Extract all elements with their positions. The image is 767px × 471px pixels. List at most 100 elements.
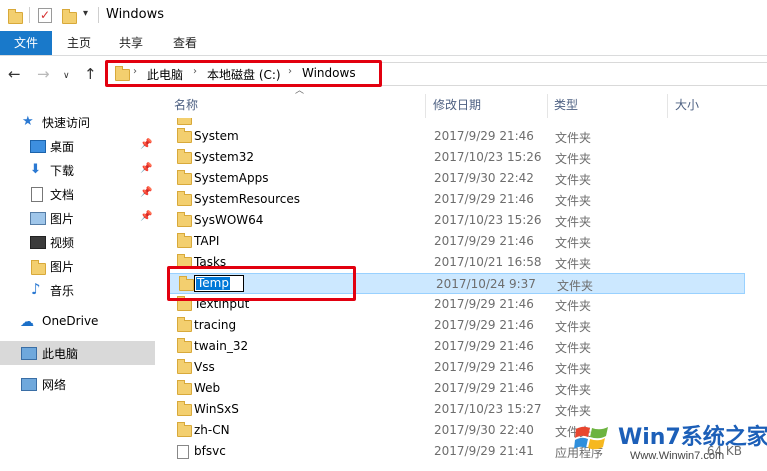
table-row[interactable]: SystemApps 2017/9/30 22:42 文件夹 — [167, 168, 747, 189]
up-arrow-icon[interactable]: ↑ — [84, 66, 97, 82]
table-row[interactable]: Web 2017/9/29 21:46 文件夹 — [167, 378, 747, 399]
folder-icon — [177, 401, 192, 416]
tab-home[interactable]: 主页 — [58, 31, 100, 55]
table-row[interactable]: System 2017/9/29 21:46 文件夹 — [167, 126, 747, 147]
folder-icon — [177, 317, 192, 332]
file-date: 2017/9/29 21:46 — [434, 129, 534, 143]
forward-arrow-icon[interactable]: → — [37, 66, 50, 82]
address-highlight-frame — [105, 60, 382, 87]
column-header-type[interactable]: 类型 — [554, 92, 578, 118]
file-type: 文件夹 — [555, 320, 592, 334]
nav-onedrive[interactable]: ☁ OneDrive — [0, 310, 155, 334]
video-icon — [30, 236, 46, 249]
file-name: WinSxS — [194, 402, 239, 416]
sort-ascending-icon: ︿ — [295, 86, 305, 96]
network-icon — [21, 378, 37, 391]
pin-icon[interactable]: 📌 — [140, 139, 152, 150]
ribbon-tabs: 文件 主页 共享 查看 — [0, 31, 767, 56]
nav-item-videos[interactable]: 视频 — [0, 230, 155, 254]
file-date: 2017/9/29 21:46 — [434, 318, 534, 332]
nav-quick-access[interactable]: ★ 快速访问 — [0, 110, 155, 134]
file-type: 文件夹 — [555, 131, 592, 145]
new-folder-icon[interactable] — [62, 9, 77, 24]
file-date: 2017/10/23 15:27 — [434, 402, 542, 416]
file-name: SystemApps — [194, 171, 269, 185]
nav-label: 桌面 — [50, 140, 75, 154]
file-date: 2017/9/29 21:46 — [434, 192, 534, 206]
table-row[interactable]: System32 2017/10/23 15:26 文件夹 — [167, 147, 747, 168]
nav-network[interactable]: 网络 — [0, 372, 155, 396]
folder-icon — [177, 422, 192, 437]
pin-icon[interactable]: 📌 — [140, 163, 152, 174]
file-date: 2017/9/30 22:40 — [434, 423, 534, 437]
nav-item-documents[interactable]: 文档 📌 — [0, 182, 155, 206]
pin-icon[interactable]: 📌 — [140, 211, 152, 222]
nav-label: 快速访问 — [42, 116, 91, 130]
file-date: 2017/9/29 21:46 — [434, 297, 534, 311]
nav-label: 此电脑 — [42, 347, 79, 361]
file-type: 文件夹 — [555, 299, 592, 313]
star-icon: ★ — [22, 114, 34, 129]
file-date: 2017/9/30 22:42 — [434, 171, 534, 185]
folder-icon — [177, 170, 192, 185]
nav-label: 网络 — [42, 378, 67, 392]
title-bar: ✓ ▾ Windows — [0, 0, 767, 32]
column-headers: ︿ 名称 修改日期 类型 大小 — [157, 86, 767, 118]
tab-share[interactable]: 共享 — [110, 31, 152, 55]
column-divider[interactable] — [547, 94, 548, 118]
file-name: twain_32 — [194, 339, 249, 353]
rename-highlight-frame — [167, 266, 356, 301]
table-row[interactable]: twain_32 2017/9/29 21:46 文件夹 — [167, 336, 747, 357]
navigation-pane: ★ 快速访问 桌面 📌 ⬇ 下载 📌 文档 📌 图片 📌 视频 图片 ♪ 音乐 … — [0, 92, 155, 471]
file-name: Vss — [194, 360, 215, 374]
window-title: Windows — [106, 7, 165, 22]
file-type: 文件夹 — [555, 194, 592, 208]
watermark: Win7系统之家 Www.Winwin7.com — [568, 413, 767, 471]
properties-icon[interactable]: ✓ — [38, 8, 52, 23]
nav-label: 文档 — [50, 188, 75, 202]
file-name: TAPI — [194, 234, 220, 248]
quick-access-toolbar-dropdown-icon[interactable]: ▾ — [83, 8, 88, 19]
file-date: 2017/10/23 15:26 — [434, 213, 542, 227]
column-header-date[interactable]: 修改日期 — [433, 92, 481, 118]
file-type: 文件夹 — [555, 236, 592, 250]
folder-icon — [177, 149, 192, 164]
separator — [29, 7, 30, 23]
file-date: 2017/9/29 21:46 — [434, 360, 534, 374]
file-date: 2017/9/29 21:46 — [434, 381, 534, 395]
nav-label: OneDrive — [42, 314, 99, 328]
file-name: bfsvc — [194, 444, 226, 458]
tab-file[interactable]: 文件 — [0, 31, 52, 55]
folder-icon — [177, 128, 192, 143]
nav-this-pc[interactable]: 此电脑 — [0, 341, 155, 365]
file-date: 2017/10/24 9:37 — [436, 277, 536, 291]
computer-icon — [21, 347, 37, 360]
folder-icon — [8, 9, 23, 24]
file-type: 文件夹 — [557, 279, 594, 293]
folder-icon — [31, 260, 46, 275]
column-divider[interactable] — [425, 94, 426, 118]
column-header-size[interactable]: 大小 — [675, 92, 699, 118]
recent-locations-chevron-icon[interactable]: ∨ — [63, 68, 70, 84]
pin-icon[interactable]: 📌 — [140, 187, 152, 198]
table-row[interactable]: tracing 2017/9/29 21:46 文件夹 — [167, 315, 747, 336]
folder-icon — [177, 359, 192, 374]
nav-item-pictures-folder[interactable]: 图片 — [0, 254, 155, 278]
nav-item-desktop[interactable]: 桌面 📌 — [0, 134, 155, 158]
table-row[interactable]: SysWOW64 2017/10/23 15:26 文件夹 — [167, 210, 747, 231]
table-row[interactable]: Vss 2017/9/29 21:46 文件夹 — [167, 357, 747, 378]
folder-icon — [177, 233, 192, 248]
table-row[interactable]: SystemResources 2017/9/29 21:46 文件夹 — [167, 189, 747, 210]
nav-item-music[interactable]: ♪ 音乐 — [0, 278, 155, 302]
file-type: 文件夹 — [555, 173, 592, 187]
nav-item-downloads[interactable]: ⬇ 下载 📌 — [0, 158, 155, 182]
back-arrow-icon[interactable]: ← — [8, 66, 21, 82]
tab-view[interactable]: 查看 — [164, 31, 206, 55]
column-header-name[interactable]: 名称 — [174, 92, 198, 118]
nav-item-pictures[interactable]: 图片 📌 — [0, 206, 155, 230]
file-type: 文件夹 — [555, 341, 592, 355]
table-row[interactable]: TAPI 2017/9/29 21:46 文件夹 — [167, 231, 747, 252]
folder-icon — [177, 212, 192, 227]
column-divider[interactable] — [667, 94, 668, 118]
folder-icon — [177, 191, 192, 206]
